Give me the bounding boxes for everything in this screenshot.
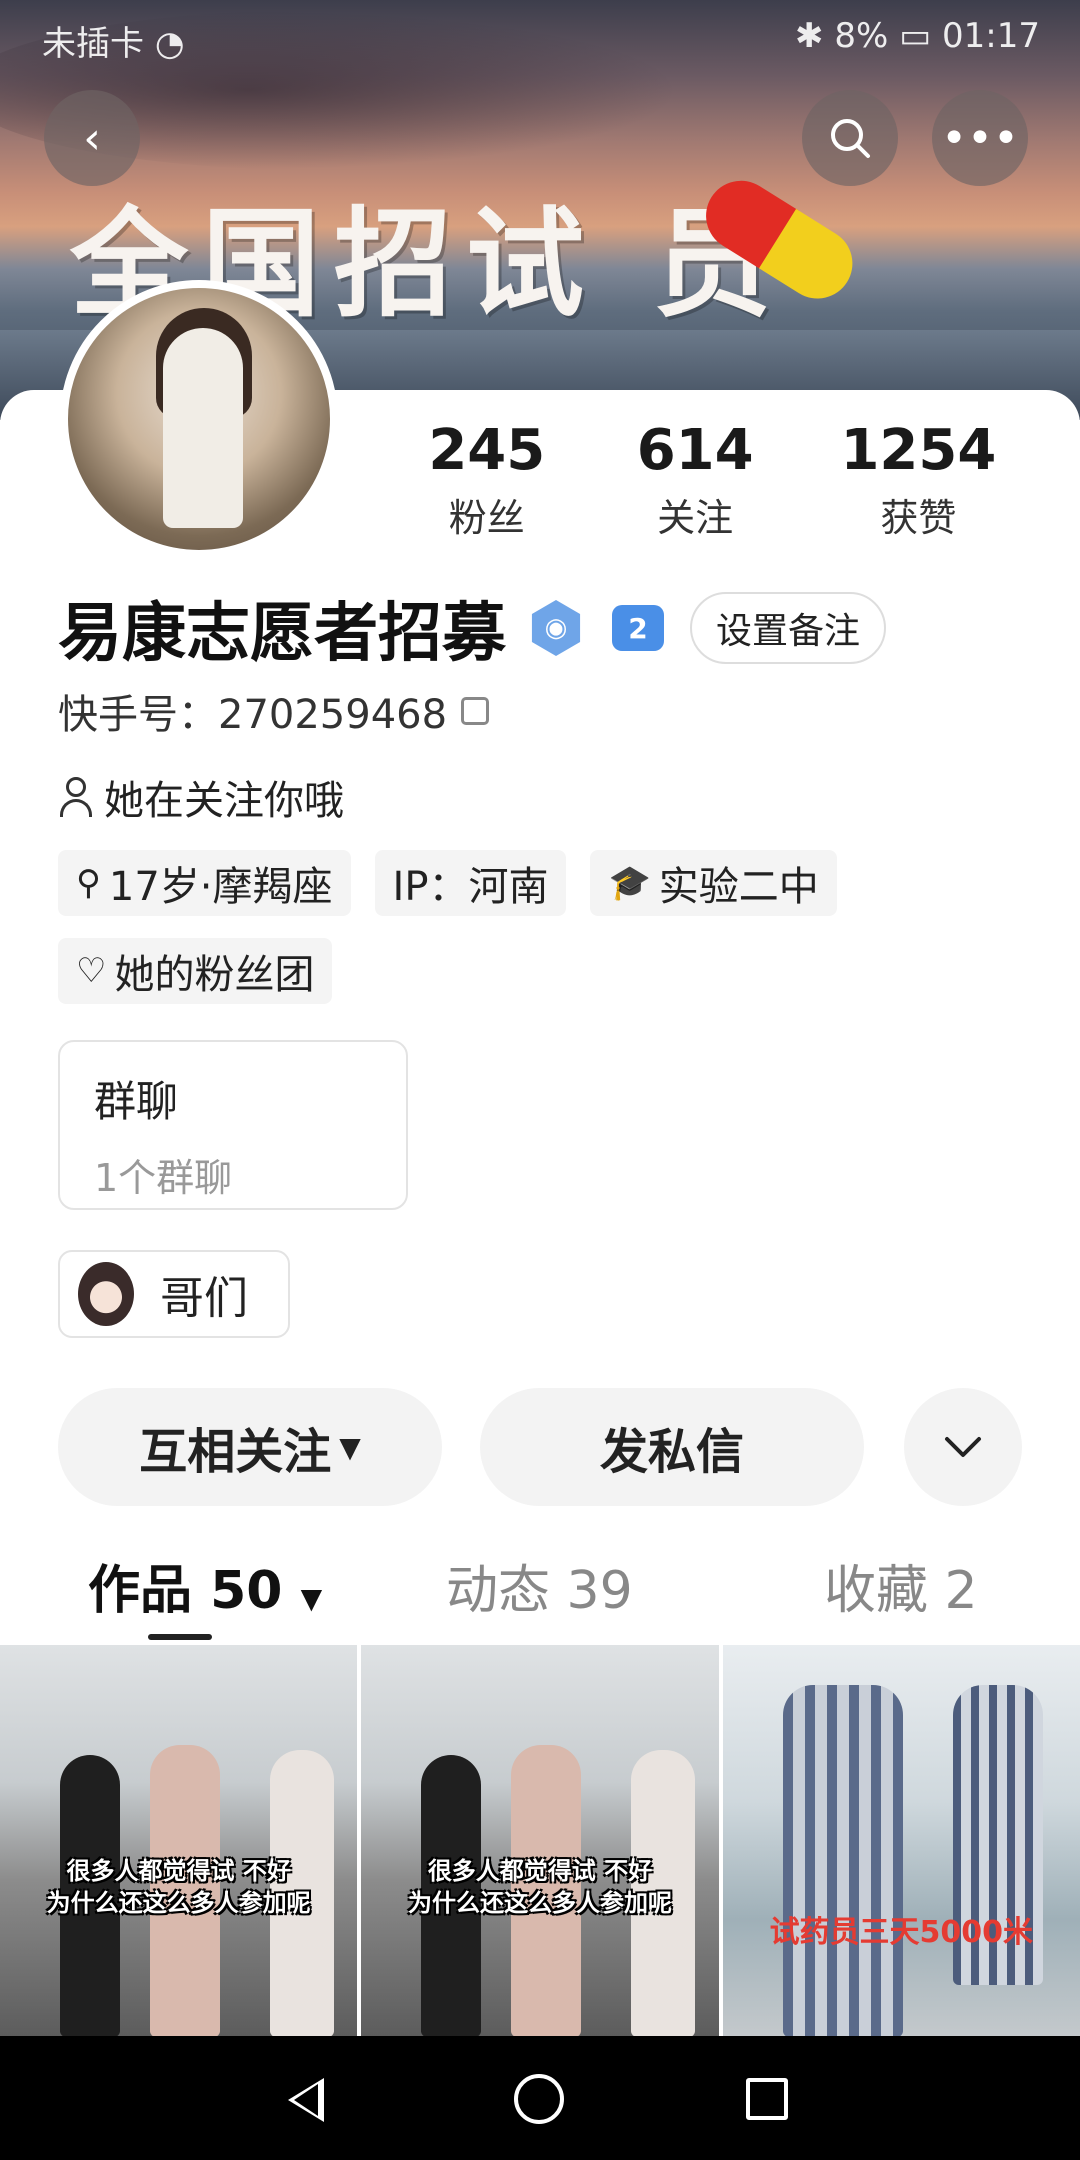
video-thumbnail[interactable]: 很多人都觉得试 不好 为什么还这么多人参加呢 [0,1645,358,2037]
nav-home-icon[interactable] [514,2074,564,2124]
video-caption: 很多人都觉得试 不好 为什么还这么多人参加呢 [407,1857,672,1917]
tab-indicator [148,1634,212,1640]
copy-icon[interactable] [461,697,490,725]
avatar[interactable] [60,280,338,558]
video-grid: 很多人都觉得试 不好 为什么还这么多人参加呢 很多人都觉得试 不好 为什么还这么多人… [0,1645,1080,2037]
school-icon: 🎓 [608,863,651,903]
profile-name: 易康志愿者招募 [58,597,506,671]
system-nav-bar [0,2036,1080,2160]
kuaishou-id-text: 快手号：270259468 [58,692,448,738]
heart-icon: ♡ [76,951,107,991]
clock: 01:17 [942,16,1040,56]
tag-text: 她的粉丝团 [114,952,315,998]
wifi-icon: ◔ [154,24,185,64]
level-badge[interactable]: 2 [612,605,664,651]
battery-percent: 8% [834,16,889,56]
group-chat-count: 1个群聊 [94,1156,233,1200]
name-row: 易康志愿者招募 ◉ 2 设置备注 [58,582,887,674]
bros-card[interactable]: 哥们 [58,1250,290,1338]
content-tabs: 作品 50 ▼ 动态 39 收藏 2 [0,1548,1080,1640]
stat-likes[interactable]: 1254 获赞 [807,418,1030,542]
bluetooth-icon: ✱ [795,16,824,56]
video-thumbnail[interactable]: 很多人都觉得试 不好 为什么还这么多人参加呢 [361,1645,719,2037]
search-icon: ⚲ [76,863,101,903]
nav-back-icon[interactable] [288,2078,324,2122]
tab-label: 作品 50 [88,1561,283,1621]
friend-avatar [78,1262,134,1326]
stat-value: 1254 [840,418,997,483]
search-button[interactable] [802,90,898,186]
stat-label: 关注 [657,496,734,540]
set-remark-button[interactable]: 设置备注 [690,592,887,664]
stat-following[interactable]: 614 关注 [584,418,807,542]
nav-recents-icon[interactable] [746,2078,788,2120]
stat-label: 获赞 [880,496,957,540]
tab-favorites[interactable]: 收藏 2 [824,1548,978,1623]
tag-fan-club[interactable]: ♡ 她的粉丝团 [58,938,333,1004]
tag-text: IP：河南 [392,864,549,910]
profile-tags: ⚲ 17岁·摩羯座 IP：河南 🎓 实验二中 ♡ 她的粉丝团 [58,850,1018,1004]
tag-age[interactable]: ⚲ 17岁·摩羯座 [58,850,351,916]
stats-row: 245 粉丝 614 关注 1254 获赞 [390,418,1030,542]
tag-text: 实验二中 [658,864,819,910]
mutual-follow-label: 互相关注 [139,1424,332,1480]
video-caption: 试药员三天5000米 [769,1915,1034,1950]
verified-badge-icon[interactable]: ◉ [531,600,581,656]
group-chat-title: 群聊 [94,1077,179,1126]
stat-value: 245 [428,418,546,483]
tag-ip: IP：河南 [374,850,567,916]
group-chat-card[interactable]: 群聊 1个群聊 [58,1040,408,1210]
tab-moments[interactable]: 动态 39 [446,1548,633,1623]
video-caption: 很多人都觉得试 不好 为什么还这么多人参加呢 [46,1857,311,1917]
tag-text: 17岁·摩羯座 [108,864,333,910]
action-buttons: 互相关注 ▼ 发私信 [58,1388,1022,1506]
chevron-down-icon [945,1437,981,1457]
more-button[interactable]: ••• [932,90,1028,186]
mutual-follow-button[interactable]: 互相关注 ▼ [58,1388,442,1506]
stat-followers[interactable]: 245 粉丝 [390,418,584,542]
back-button[interactable]: ‹ [44,90,140,186]
send-message-button[interactable]: 发私信 [480,1388,864,1506]
chevron-left-icon: ‹ [83,112,101,164]
person-icon [58,777,94,817]
caret-down-icon: ▼ [339,1430,361,1464]
status-bar: 未插卡 ◔ ✱ 8% ▭ 01:17 [0,0,1080,72]
follow-note: 她在关注你哦 [58,768,344,826]
video-thumbnail[interactable]: 试药员三天5000米 [722,1645,1080,2037]
stat-value: 614 [636,418,754,483]
search-icon [831,119,870,158]
tab-works[interactable]: 作品 50 ▼ [88,1548,322,1623]
kuaishou-id: 快手号：270259468 [58,682,490,740]
follow-note-text: 她在关注你哦 [104,778,344,824]
more-icon: ••• [941,112,1019,164]
expand-button[interactable] [904,1388,1022,1506]
battery-icon: ▭ [899,16,932,56]
tag-school[interactable]: 🎓 实验二中 [590,850,837,916]
stat-label: 粉丝 [448,496,525,540]
caret-down-icon: ▼ [300,1582,323,1615]
carrier-text: 未插卡 [42,24,144,64]
bros-label: 哥们 [160,1273,248,1324]
